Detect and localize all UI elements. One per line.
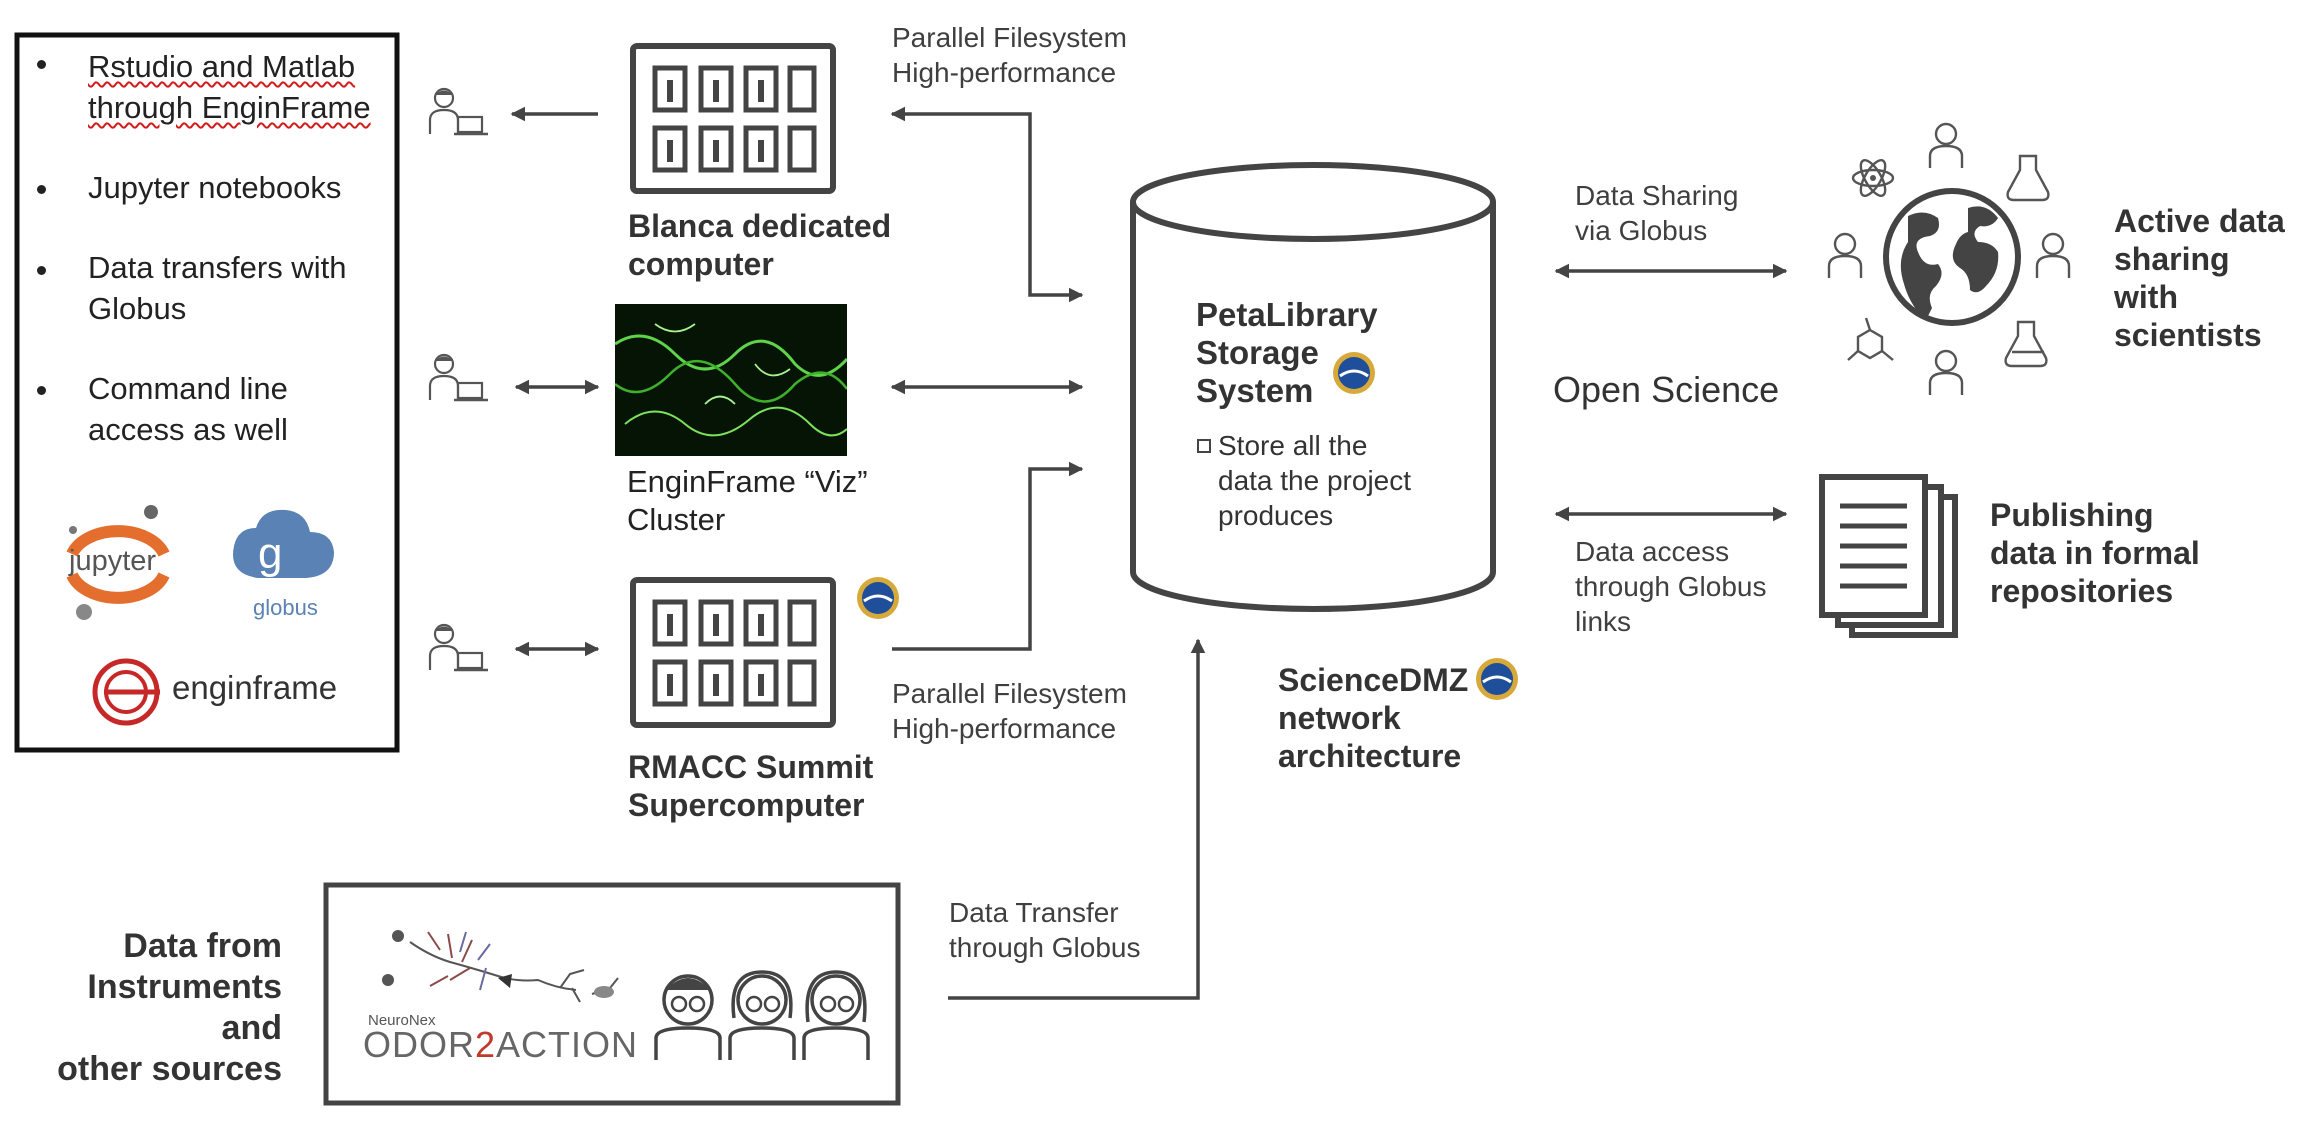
bullet-dot <box>37 60 46 69</box>
instruments-label: Data from Instruments and other sources <box>57 927 282 1088</box>
enginframe-logo-mark <box>92 658 160 726</box>
research-data-diagram: g Rstudio and Matlab through EnginFrame … <box>0 0 2300 1130</box>
laptop-user-icon <box>428 623 490 672</box>
globus-g-letter: g <box>258 529 282 578</box>
viz-cluster-image <box>615 304 847 456</box>
odor-text: ODOR <box>363 1024 475 1065</box>
bullet-dot <box>37 266 46 275</box>
globus-wordmark: globus <box>253 595 318 620</box>
scientist-icon <box>1928 122 1964 170</box>
parallel-filesystem-top-label: Parallel Filesystem High-performance <box>892 22 1127 88</box>
data-transfer-label: Data Transfer through Globus <box>949 897 1141 963</box>
molecule-icon <box>1847 317 1894 361</box>
laptop-user-icon <box>428 353 490 402</box>
tool-item-rstudio: Rstudio and Matlab through EnginFrame <box>88 49 371 125</box>
scientist-icon <box>2035 232 2071 280</box>
viz-cluster-label: EnginFrame “Viz” Cluster <box>627 464 868 537</box>
open-science-label: Open Science <box>1553 369 1780 410</box>
blanca-rack-icon <box>633 46 833 191</box>
tool-item-cli: Command line access as well <box>88 371 288 447</box>
action-text: ACTION <box>496 1024 639 1065</box>
flask-icon <box>2006 154 2050 202</box>
summit-storage-connector <box>892 461 1084 651</box>
blanca-label: Blanca dedicated computer <box>628 208 892 282</box>
odor2action-wordmark: ODOR2ACTION <box>363 1024 638 1066</box>
odor-digit: 2 <box>475 1024 497 1065</box>
bullet-dot <box>37 386 46 395</box>
odor2action-neuron-art <box>382 930 619 1003</box>
blanca-storage-connector <box>890 106 1084 303</box>
data-access-label: Data access through Globus links <box>1575 536 1767 637</box>
bullet-dot <box>37 185 46 194</box>
active-sharing-label: Active data sharing with scientists <box>2114 203 2285 353</box>
nsf-seal-icon <box>1476 658 1518 700</box>
atom-icon <box>1851 159 1895 197</box>
scientist-icon <box>1827 232 1863 280</box>
enginframe-wordmark: enginframe <box>172 669 338 706</box>
globe-icon <box>1883 188 2021 326</box>
petalibrary-note: Store all the data the project produces <box>1218 430 1412 531</box>
scientist-icon <box>1928 349 1964 397</box>
summit-label: RMACC Summit Supercomputer <box>628 749 874 823</box>
summit-rack-icon <box>633 580 833 725</box>
tool-item-globus: Data transfers with Globus <box>88 250 347 326</box>
sciencedmz-label: ScienceDMZ network architecture <box>1278 662 1469 774</box>
diagram-graphics: g <box>14 32 2071 1106</box>
beaker-icon <box>2004 320 2048 368</box>
globus-logo: g <box>233 509 334 578</box>
note-bullet-square <box>1197 439 1211 453</box>
data-sharing-label: Data Sharing via Globus <box>1575 180 1739 246</box>
nsf-seal-icon <box>1333 352 1375 394</box>
parallel-filesystem-bottom-label: Parallel Filesystem High-performance <box>892 678 1127 744</box>
nsf-seal-icon <box>857 577 899 619</box>
laptop-user-icon <box>428 87 490 136</box>
scientist-group-icon <box>654 970 870 1060</box>
documents-icon <box>1819 474 1958 638</box>
jupyter-wordmark: jupyter <box>69 545 157 577</box>
publishing-label: Publishing data in formal repositories <box>1990 497 2200 609</box>
tool-item-jupyter: Jupyter notebooks <box>88 170 342 205</box>
